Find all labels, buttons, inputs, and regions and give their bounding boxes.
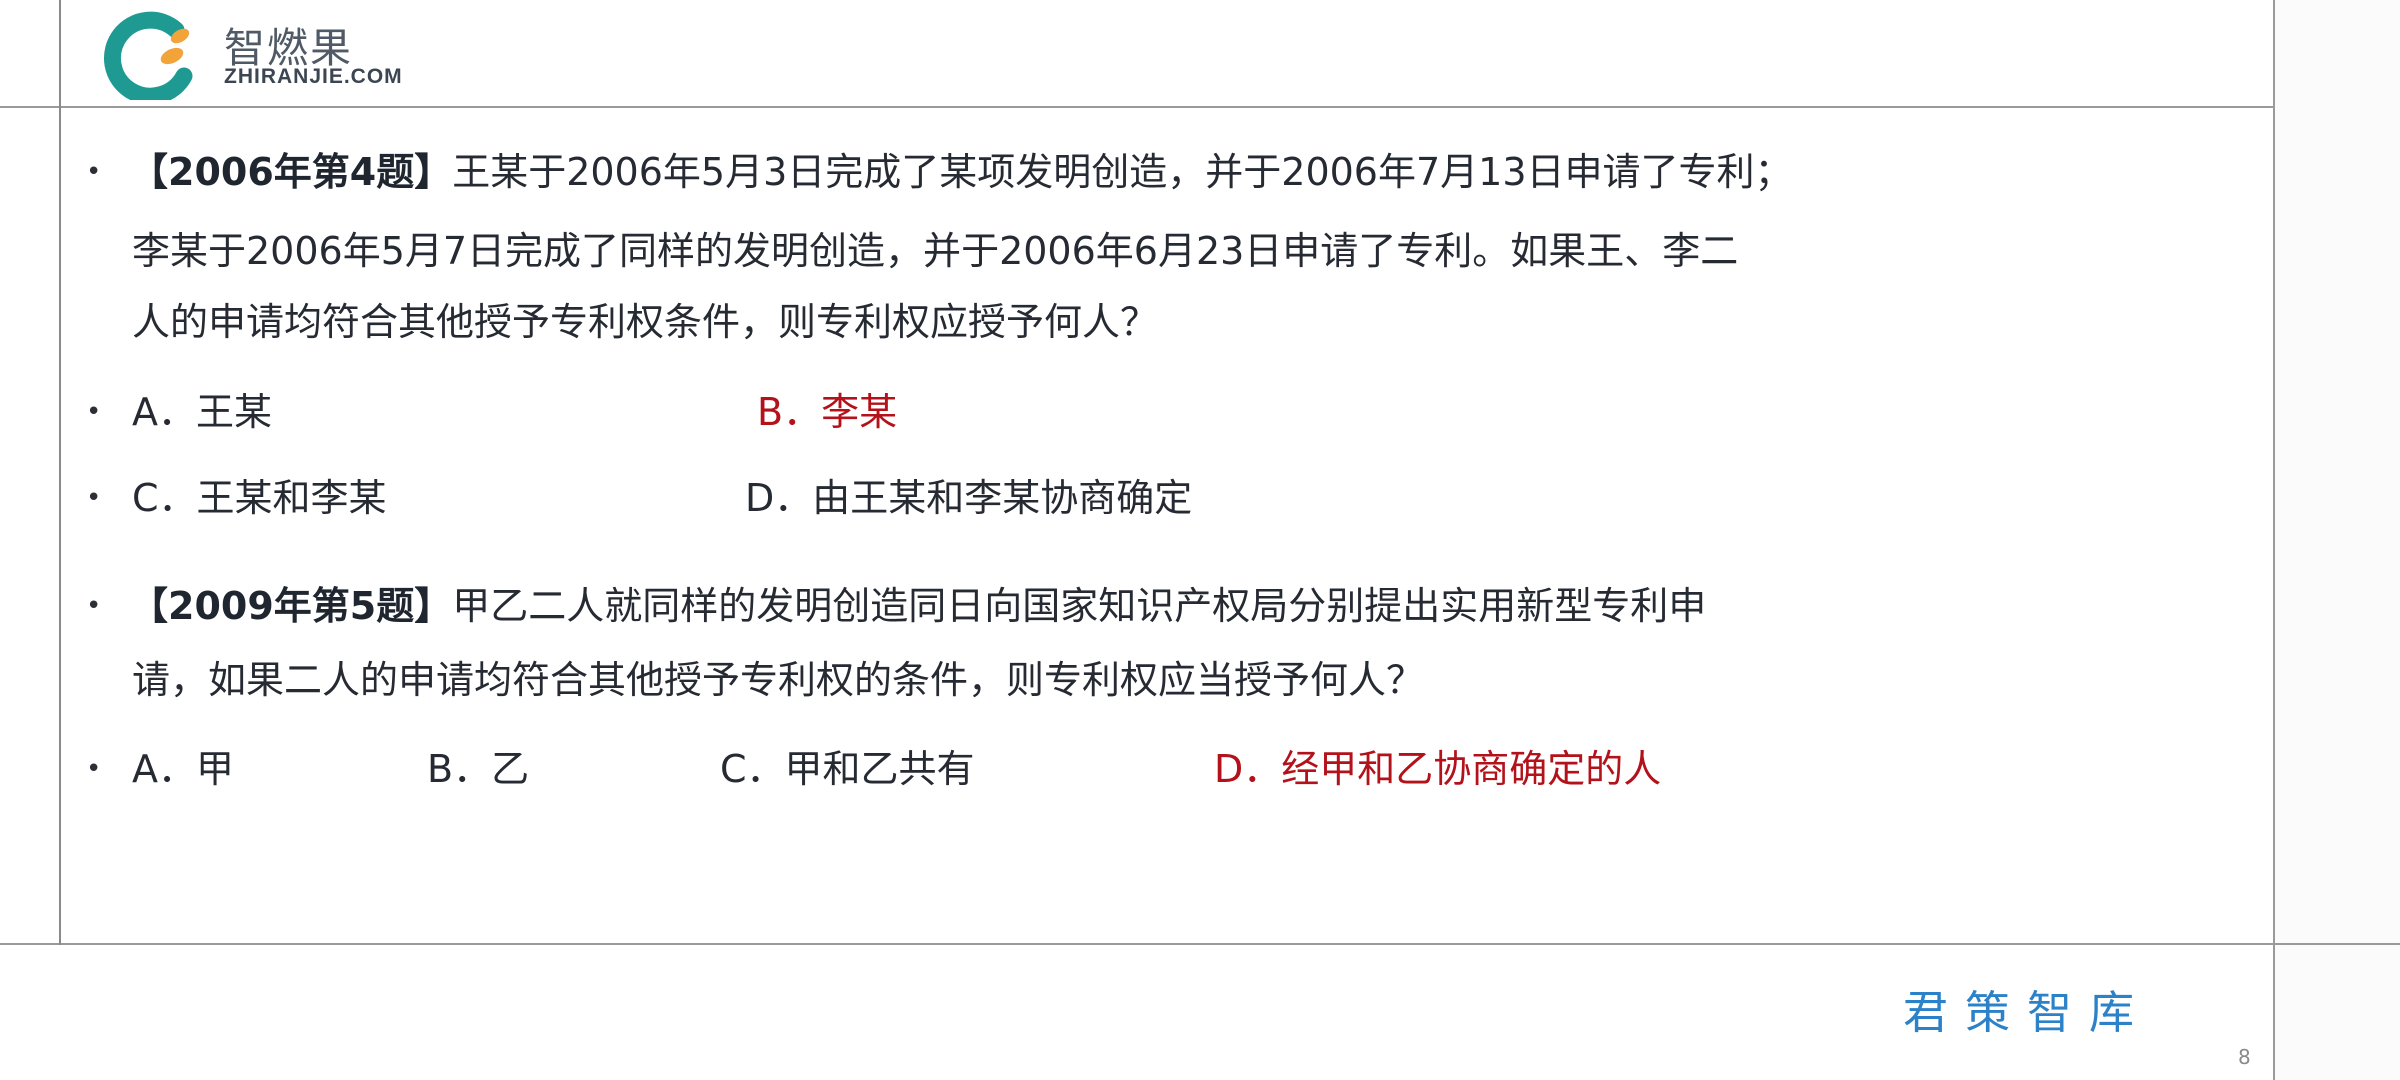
- question-1-option-c: C．王某和李某: [132, 476, 387, 520]
- question-1-line-3: 人的申请均符合其他授予专利权条件，则专利权应授予何人？: [132, 300, 1159, 344]
- bullet-icon: •: [86, 754, 102, 784]
- right-margin-area: [2275, 0, 2400, 1080]
- question-2-tag: 【2009年第5题】: [130, 584, 453, 628]
- header-divider: [0, 106, 2273, 108]
- question-1-tag: 【2006年第4题】: [130, 150, 453, 194]
- question-1-line-2: 李某于2006年5月7日完成了同样的发明创造，并于2006年6月23日申请了专利…: [132, 229, 1739, 273]
- footer-brand: 君策智库: [1903, 986, 2152, 1039]
- left-frame-line: [59, 0, 61, 945]
- question-1-option-a: A．王某: [132, 390, 272, 434]
- question-1-line-1: 【2006年第4题】王某于2006年5月3日完成了某项发明创造，并于2006年7…: [130, 150, 1793, 194]
- question-1-text-1: 王某于2006年5月3日完成了某项发明创造，并于2006年7月13日申请了专利；: [452, 150, 1793, 194]
- brand-logo: 智燃果 ZHIRANJIE.COM: [98, 8, 438, 100]
- page-number: 8: [2238, 1045, 2251, 1069]
- question-2-option-c: C．甲和乙共有: [720, 747, 975, 791]
- question-2-line-1: 【2009年第5题】甲乙二人就同样的发明创造同日向国家知识产权局分别提出实用新型…: [130, 584, 1706, 628]
- question-2-text-1: 甲乙二人就同样的发明创造同日向国家知识产权局分别提出实用新型专利申: [452, 584, 1707, 628]
- question-2-line-2: 请，如果二人的申请均符合其他授予专利权的条件，则专利权应当授予何人？: [132, 658, 1425, 702]
- question-1-option-b: B．李某: [757, 390, 898, 434]
- footer-divider: [0, 943, 2400, 945]
- logo-mark-icon: [103, 11, 193, 100]
- bullet-icon: •: [86, 157, 102, 187]
- bullet-icon: •: [86, 397, 102, 427]
- question-2-option-a: A．甲: [132, 747, 234, 791]
- question-1-option-d: D．由王某和李某协商确定: [745, 476, 1193, 520]
- question-2-option-b: B．乙: [427, 747, 530, 791]
- logo-name-en: ZHIRANJIE.COM: [224, 65, 403, 88]
- right-frame-line: [2273, 0, 2275, 1080]
- question-2-option-d: D．经甲和乙协商确定的人: [1214, 747, 1662, 791]
- bullet-icon: •: [86, 591, 102, 621]
- bullet-icon: •: [86, 483, 102, 513]
